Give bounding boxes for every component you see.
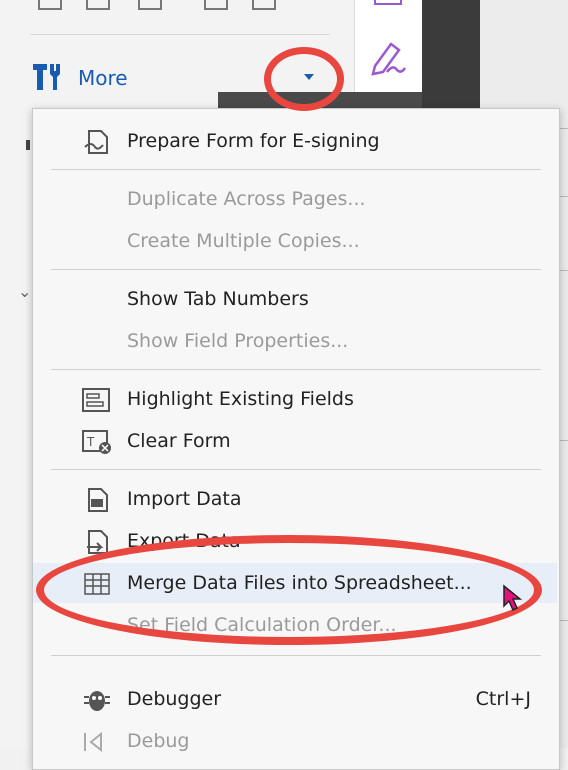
menu-item-show-tab-numbers[interactable]: Show Tab Numbers (33, 279, 557, 319)
menu-item-highlight-existing-fields[interactable]: Highlight Existing Fields (33, 379, 557, 419)
shortcut-label: Ctrl+J (475, 688, 531, 710)
menu-separator (51, 369, 541, 370)
annotation-circle (264, 47, 344, 111)
menu-item-label: Import Data (127, 488, 242, 510)
menu-item-label: Show Tab Numbers (127, 288, 309, 310)
menu-item-import-data[interactable]: Import Data (33, 479, 557, 519)
clear-form-icon: T (82, 430, 111, 454)
toolbar-tool-icon[interactable] (204, 0, 228, 10)
menu-item-clear-form[interactable]: T Clear Form (33, 421, 557, 461)
menu-item-label: Clear Form (127, 430, 231, 452)
tools-icon (33, 64, 60, 90)
import-data-icon (88, 488, 108, 512)
mouse-cursor-icon (503, 584, 523, 612)
menu-separator (51, 269, 541, 270)
esign-prepare-icon (84, 130, 108, 154)
debugger-icon (84, 691, 110, 711)
toolbar-tool-icon[interactable] (252, 0, 276, 10)
menu-item-label: Highlight Existing Fields (127, 388, 354, 410)
menu-item-debugger[interactable]: Debugger Ctrl+J (33, 679, 557, 719)
toolbar-tool-icon[interactable] (38, 0, 62, 10)
expand-chevron-icon[interactable]: ⌄ (18, 282, 31, 301)
more-button[interactable]: More (30, 58, 128, 98)
toolbar-tool-icon[interactable] (86, 0, 110, 10)
menu-item-create-multiple-copies[interactable]: Create Multiple Copies... (33, 221, 557, 261)
svg-text:T: T (86, 435, 95, 449)
fill-and-sign-icon[interactable] (369, 38, 407, 76)
more-label: More (78, 66, 128, 90)
tool-icon[interactable] (373, 0, 405, 8)
menu-item-label: Create Multiple Copies... (127, 230, 360, 252)
menu-item-label: Show Field Properties... (127, 330, 349, 352)
menu-item-show-field-properties[interactable]: Show Field Properties... (33, 321, 557, 361)
annotation-ellipse (36, 535, 542, 645)
menu-item-label: Duplicate Across Pages... (127, 188, 366, 210)
panel-divider (30, 34, 330, 35)
menu-item-label: Prepare Form for E-signing (127, 130, 380, 152)
menu-item-debug[interactable]: Debug (33, 721, 557, 761)
menu-item-label: Debug (127, 730, 190, 752)
menu-item-duplicate-across-pages[interactable]: Duplicate Across Pages... (33, 179, 557, 219)
toolbar-tool-icon[interactable] (138, 0, 162, 10)
panel-marker (26, 140, 30, 150)
menu-separator (51, 169, 541, 170)
highlight-fields-icon (82, 388, 110, 412)
menu-item-label: Debugger (127, 688, 222, 710)
top-toolbar (0, 0, 354, 20)
more-dropdown-menu: Prepare Form for E-signing Duplicate Acr… (32, 108, 560, 770)
menu-separator (51, 469, 541, 470)
menu-item-prepare-form-esigning[interactable]: Prepare Form for E-signing (33, 121, 557, 161)
debug-icon (84, 731, 102, 753)
menu-separator (51, 655, 541, 656)
